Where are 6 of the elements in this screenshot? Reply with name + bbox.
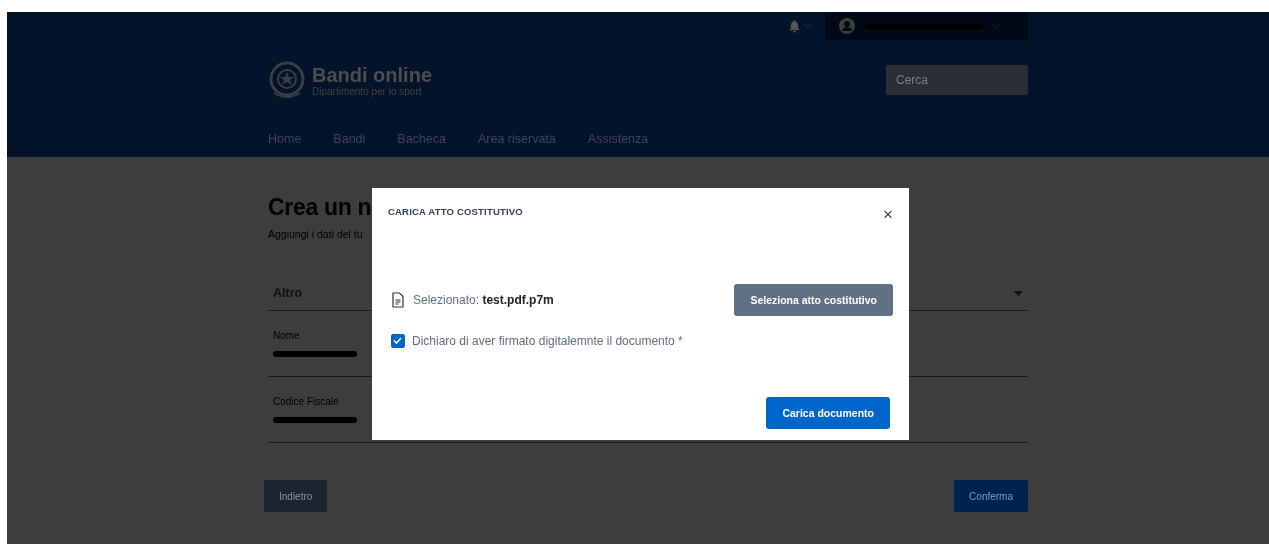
- page-title: Crea un n: [268, 193, 372, 222]
- checkbox-label: Dichiaro di aver firmato digitalemnte il documento *: [412, 334, 683, 348]
- field-label: Codice Fiscale: [273, 396, 339, 407]
- selected-file-text: Selezionato: test.pdf.p7m: [413, 293, 554, 307]
- field-label: Nome: [273, 330, 300, 341]
- dialog-title: CARICA ATTO COSTITUTIVO: [388, 206, 523, 217]
